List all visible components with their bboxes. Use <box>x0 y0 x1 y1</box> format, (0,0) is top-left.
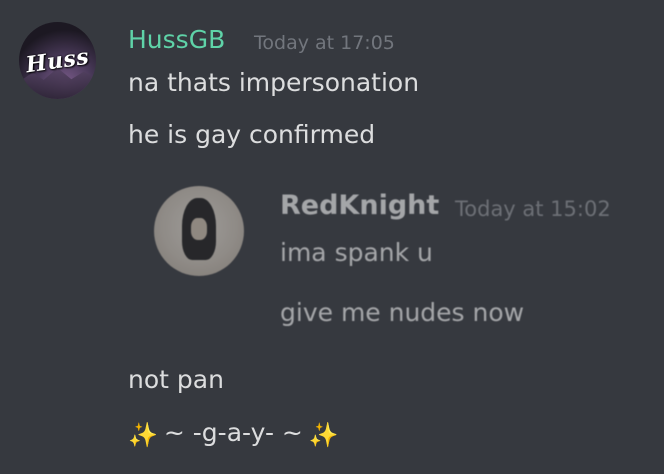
quoted-author-name: RedKnight <box>280 190 440 221</box>
quoted-screenshot: RedKnight Today at 15:02 ima spank u giv… <box>150 178 640 348</box>
chat-message-area: Huss HussGB Today at 17:05 na thats impe… <box>0 0 664 474</box>
quoted-message-line: ima spank u <box>280 238 433 267</box>
message-line: not pan <box>128 365 224 394</box>
sparkles-icon: ✨ <box>128 421 158 449</box>
message-line-sparkles: ✨ ~ -g-a-y- ~ ✨ <box>128 418 339 450</box>
author-name[interactable]: HussGB <box>128 25 225 55</box>
message-emphasis-text: ~ -g-a-y- ~ <box>163 418 303 447</box>
quoted-avatar <box>154 186 244 276</box>
message-timestamp: Today at 17:05 <box>254 32 395 54</box>
quoted-avatar-face <box>191 218 207 240</box>
quoted-timestamp: Today at 15:02 <box>455 197 611 221</box>
sparkles-icon: ✨ <box>308 421 339 449</box>
quoted-message-line: give me nudes now <box>280 298 525 327</box>
message-line: na thats impersonation <box>128 68 420 97</box>
message-line: he is gay confirmed <box>128 120 376 149</box>
avatar[interactable]: Huss <box>19 22 96 99</box>
